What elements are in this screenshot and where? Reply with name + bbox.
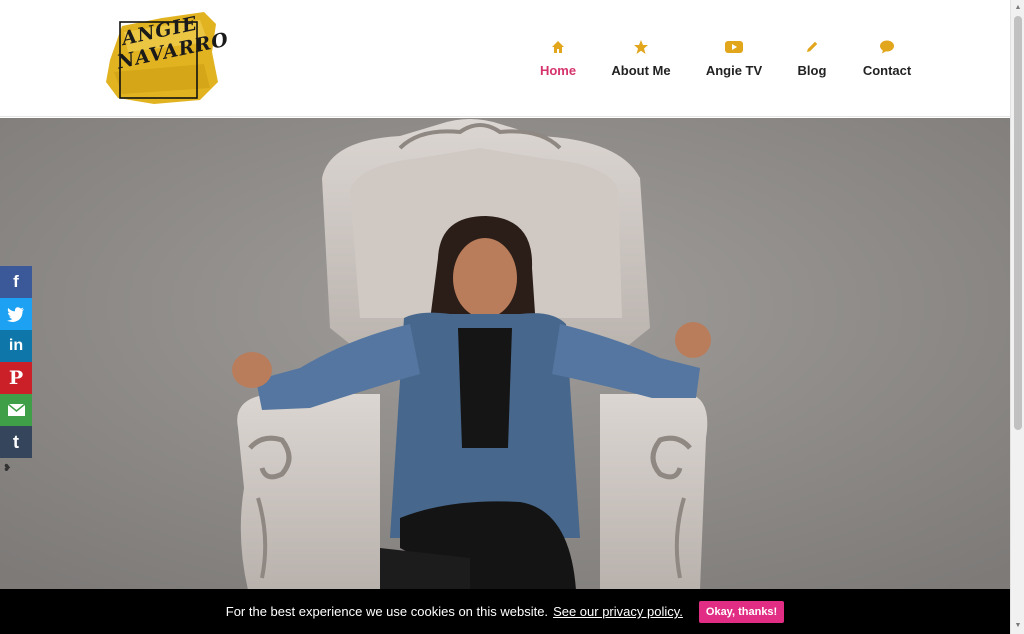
hero-photo [0,118,1010,590]
page-scrollbar[interactable]: ▲ ▼ [1010,0,1024,634]
social-share-bar: f in P t [0,266,32,458]
page: ANGIE NAVARRO Home About Me Angie TV Blo… [0,0,1024,634]
pencil-icon [803,38,821,56]
email-share-button[interactable] [0,394,32,426]
twitter-icon [7,306,24,322]
pinterest-icon: P [8,367,24,389]
pinterest-share-button[interactable]: P [0,362,32,394]
scroll-down-arrow-icon[interactable]: ▼ [1014,621,1022,631]
nav-item-angie-tv[interactable]: Angie TV [705,38,763,84]
hero-image [0,118,1010,590]
nav-item-blog[interactable]: Blog [797,38,827,84]
facebook-share-button[interactable]: f [0,266,32,298]
site-header: ANGIE NAVARRO Home About Me Angie TV Blo… [0,0,1010,117]
tumblr-icon: t [13,431,19,452]
email-icon [7,404,25,416]
nav-label-about-me: About Me [611,63,671,78]
cookie-message: For the best experience we use cookies o… [225,604,549,619]
privacy-policy-link[interactable]: See our privacy policy. [553,604,683,619]
home-icon [549,38,567,56]
nav-label-contact: Contact [862,63,912,78]
youtube-icon [725,38,743,56]
nav-label-angie-tv: Angie TV [705,63,763,78]
twitter-share-button[interactable] [0,298,32,330]
nav-item-contact[interactable]: Contact [863,38,911,84]
main-nav: Home About Me Angie TV Blog Contact [0,38,1010,88]
scrollbar-thumb[interactable] [1014,16,1022,430]
star-icon [632,38,650,56]
cookie-notice-bar: For the best experience we use cookies o… [0,589,1010,634]
nav-label-blog: Blog [797,63,827,78]
nav-label-home: Home [539,63,577,78]
linkedin-icon: in [8,337,24,354]
cookie-accept-button[interactable]: Okay, thanks! [698,600,785,623]
tumblr-share-button[interactable]: t [0,426,32,458]
nav-item-about-me[interactable]: About Me [611,38,671,84]
facebook-icon: f [13,272,19,291]
nav-item-home[interactable]: Home [539,38,577,84]
hide-share-bar-button[interactable]: ❥ [3,463,11,474]
scroll-up-arrow-icon[interactable]: ▲ [1014,3,1022,13]
linkedin-share-button[interactable]: in [0,330,32,362]
speech-bubble-icon [878,38,896,56]
